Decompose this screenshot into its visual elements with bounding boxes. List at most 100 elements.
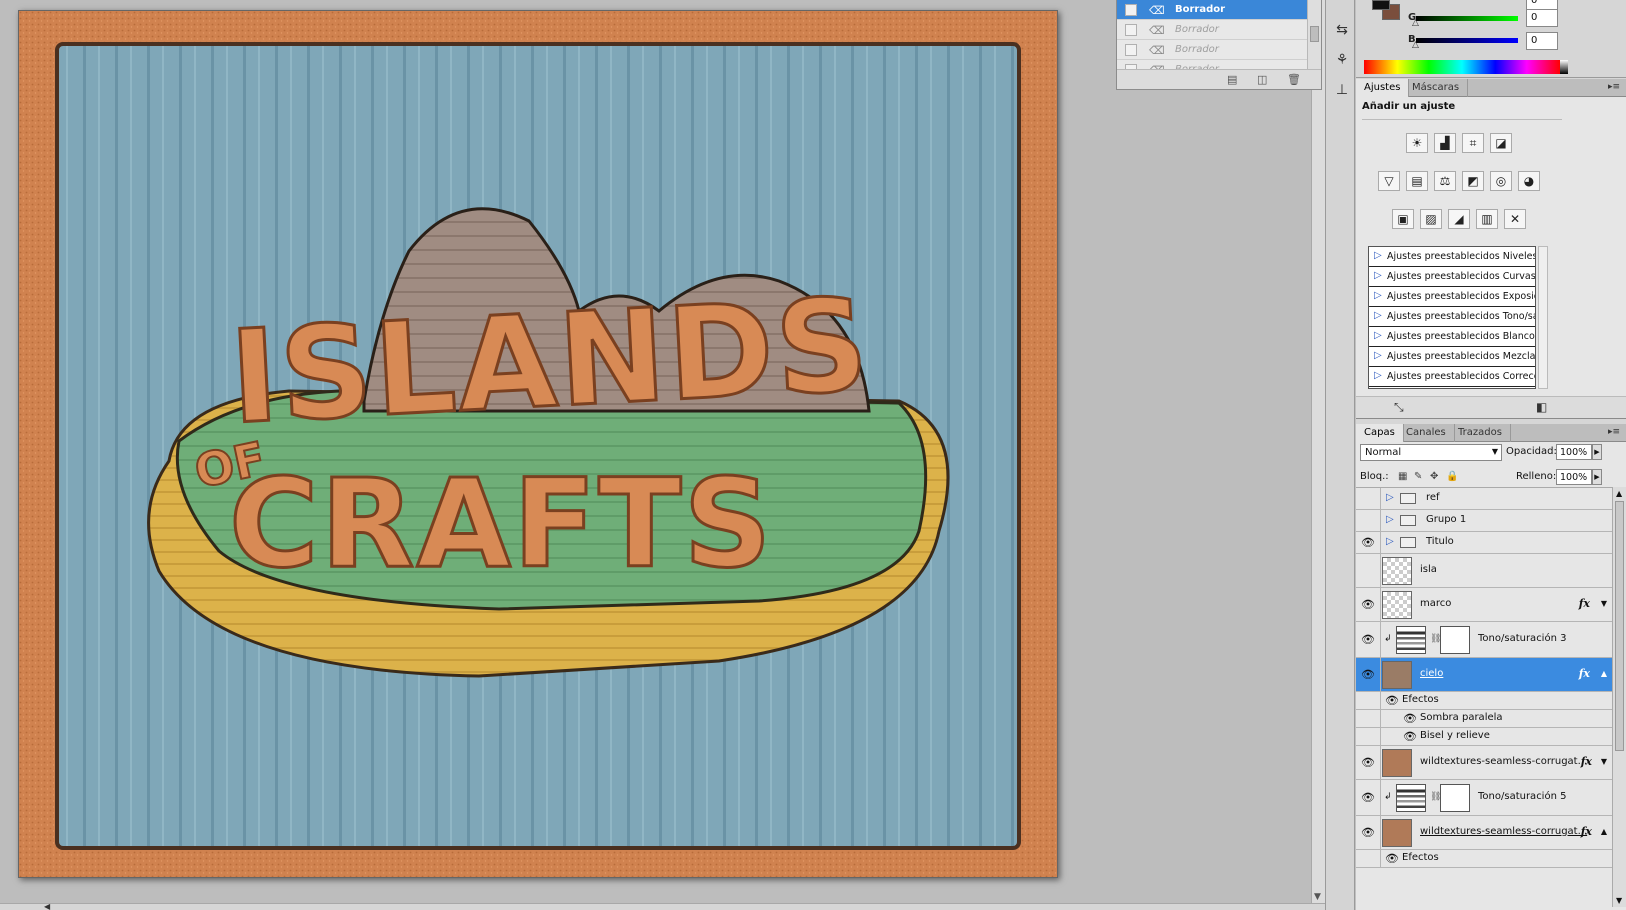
eye-icon[interactable]: 👁 [1360, 535, 1376, 551]
threshold-icon[interactable]: ◢ [1448, 209, 1470, 229]
scroll-down-icon[interactable]: ▼ [1616, 896, 1622, 905]
tool-presets-icon[interactable]: ⇆ [1331, 20, 1353, 40]
history-item[interactable]: ⌫ Borrador [1117, 0, 1321, 20]
chevron-down-icon[interactable]: ▼ [1601, 757, 1607, 766]
preset-item[interactable]: ▷ Ajustes preestablecidos Mezclad... [1369, 347, 1535, 367]
layer-tono-saturacion-5[interactable]: 👁 ↲ ⛓ Tono/saturación 5 [1356, 780, 1612, 816]
history-item[interactable]: ⌫ Borrador [1117, 40, 1321, 60]
chevron-down-icon[interactable]: ▼ [1601, 599, 1607, 608]
fx-icon[interactable]: fx [1579, 597, 1590, 610]
layer-group-ref[interactable]: ▷ ref [1356, 488, 1612, 510]
exposure-icon[interactable]: ◪ [1490, 133, 1512, 153]
layer-mask-thumbnail[interactable] [1440, 625, 1470, 654]
expand-triangle-icon[interactable]: ▷ [1374, 290, 1382, 301]
eye-icon[interactable]: 👁 [1384, 693, 1400, 709]
eye-icon[interactable]: 👁 [1360, 790, 1376, 806]
tab-trazados[interactable]: Trazados [1450, 424, 1511, 442]
layer-marco[interactable]: 👁 marco fx ▼ [1356, 588, 1612, 622]
lock-image-icon[interactable]: ✎ [1414, 471, 1422, 482]
black-white-ramp[interactable] [1560, 60, 1568, 74]
photo-filter-icon[interactable]: ◎ [1490, 171, 1512, 191]
canvas-vertical-scrollbar[interactable]: ▼ [1311, 0, 1325, 904]
green-slider-knob[interactable]: △ [1412, 18, 1419, 28]
history-checkbox[interactable] [1125, 24, 1137, 36]
effect-sombra-paralela[interactable]: 👁 Sombra paralela [1356, 710, 1612, 728]
fx-icon[interactable]: fx [1581, 755, 1592, 768]
lock-position-icon[interactable]: ✥ [1430, 471, 1438, 482]
preset-item[interactable]: ▷ Ajustes preestablecidos Correcci... [1369, 367, 1535, 387]
preset-item[interactable]: ▷ Ajustes preestablecidos Exposici... [1369, 287, 1535, 307]
vibrance-icon[interactable]: ▽ [1378, 171, 1400, 191]
curves-icon[interactable]: ⌗ [1462, 133, 1484, 153]
preset-item[interactable]: ▷ Ajustes preestablecidos Tono/sa... [1369, 307, 1535, 327]
blue-slider[interactable] [1416, 38, 1518, 43]
history-checkbox[interactable] [1125, 4, 1137, 16]
blue-slider-knob[interactable]: △ [1412, 40, 1419, 50]
eye-icon[interactable]: 👁 [1360, 825, 1376, 841]
layer-mask-thumbnail[interactable] [1440, 783, 1470, 812]
eye-icon[interactable]: 👁 [1360, 597, 1376, 613]
panel-toggle-icon[interactable]: ◧ [1536, 400, 1547, 414]
scroll-thumb[interactable] [1310, 26, 1319, 42]
expand-triangle-icon[interactable]: ▷ [1374, 370, 1382, 381]
tab-mascaras[interactable]: Máscaras [1404, 79, 1469, 97]
history-checkbox[interactable] [1125, 44, 1137, 56]
new-snapshot-icon[interactable]: ◫ [1257, 73, 1267, 86]
trash-icon[interactable]: 🗑 [1287, 73, 1301, 86]
tab-ajustes[interactable]: Ajustes [1356, 79, 1410, 97]
black-white-icon[interactable]: ◩ [1462, 171, 1484, 191]
green-value-input[interactable]: 0 [1526, 9, 1558, 27]
posterize-icon[interactable]: ▨ [1420, 209, 1442, 229]
fill-arrow-icon[interactable]: ▶ [1592, 469, 1602, 485]
layer-wildtextures-1[interactable]: 👁 wildtextures-seamless-corrugat... fx ▼ [1356, 746, 1612, 780]
eye-icon[interactable]: 👁 [1402, 711, 1418, 727]
eye-icon[interactable]: 👁 [1360, 632, 1376, 648]
chevron-up-icon[interactable]: ▲ [1601, 669, 1607, 678]
effects-row[interactable]: 👁 Efectos [1356, 850, 1612, 868]
visibility-toggle[interactable] [1360, 491, 1376, 507]
invert-icon[interactable]: ▣ [1392, 209, 1414, 229]
fx-icon[interactable]: fx [1579, 667, 1590, 680]
color-spectrum-bar[interactable] [1364, 60, 1560, 74]
expand-triangle-icon[interactable]: ▷ [1374, 270, 1382, 281]
layer-tono-saturacion-3[interactable]: 👁 ↲ ⛓ Tono/saturación 3 [1356, 622, 1612, 658]
effects-row[interactable]: 👁 Efectos [1356, 692, 1612, 710]
panel-menu-icon[interactable]: ▸≡ [1608, 82, 1620, 92]
lock-all-icon[interactable]: 🔒 [1446, 471, 1458, 482]
scroll-up-icon[interactable]: ▲ [1616, 489, 1622, 498]
eye-icon[interactable]: 👁 [1402, 729, 1418, 745]
chevron-up-icon[interactable]: ▲ [1601, 827, 1607, 836]
canvas-horizontal-scrollbar[interactable]: ◀ [0, 902, 1326, 910]
scroll-left-icon[interactable]: ◀ [44, 902, 50, 910]
green-slider[interactable] [1416, 16, 1518, 21]
presets-scrollbar[interactable] [1538, 246, 1548, 389]
brightness-contrast-icon[interactable]: ☀ [1406, 133, 1428, 153]
new-document-from-state-icon[interactable]: ▤ [1227, 73, 1237, 86]
expand-triangle-icon[interactable]: ▷ [1386, 536, 1394, 547]
effect-bisel-relieve[interactable]: 👁 Bisel y relieve [1356, 728, 1612, 746]
expand-triangle-icon[interactable]: ▷ [1374, 350, 1382, 361]
clip-to-layer-icon[interactable]: ⤡ [1394, 400, 1404, 415]
fx-icon[interactable]: fx [1581, 825, 1592, 838]
preset-item[interactable]: ▷ Ajustes preestablecidos Blanco ... [1369, 327, 1535, 347]
layer-isla[interactable]: isla [1356, 554, 1612, 588]
opacity-arrow-icon[interactable]: ▶ [1592, 444, 1602, 460]
preset-item[interactable]: ▷ Ajustes preestablecidos Niveles [1369, 247, 1535, 267]
scroll-down-icon[interactable]: ▼ [1314, 892, 1321, 902]
eye-icon[interactable]: 👁 [1360, 755, 1376, 771]
eye-icon[interactable]: 👁 [1384, 851, 1400, 867]
fill-input[interactable]: 100% [1556, 469, 1592, 485]
expand-triangle-icon[interactable]: ▷ [1374, 250, 1382, 261]
panel-menu-icon[interactable]: ▸≡ [1608, 427, 1620, 437]
layers-scrollbar[interactable]: ▲ ▼ [1612, 487, 1626, 907]
stamp-icon[interactable]: ⊥ [1331, 80, 1353, 100]
preset-item[interactable]: ▷ Ajustes preestablecidos Curvas [1369, 267, 1535, 287]
opacity-input[interactable]: 100% [1556, 444, 1592, 460]
color-balance-icon[interactable]: ⚖ [1434, 171, 1456, 191]
tab-canales[interactable]: Canales [1398, 424, 1455, 442]
visibility-toggle[interactable] [1360, 563, 1376, 579]
foreground-color-swatch[interactable] [1372, 0, 1390, 10]
history-item[interactable]: ⌫ Borrador [1117, 20, 1321, 40]
levels-icon[interactable]: ▟ [1434, 133, 1456, 153]
canvas-area[interactable]: ISLANDS OF CRAFTS ▼ [0, 0, 1325, 904]
